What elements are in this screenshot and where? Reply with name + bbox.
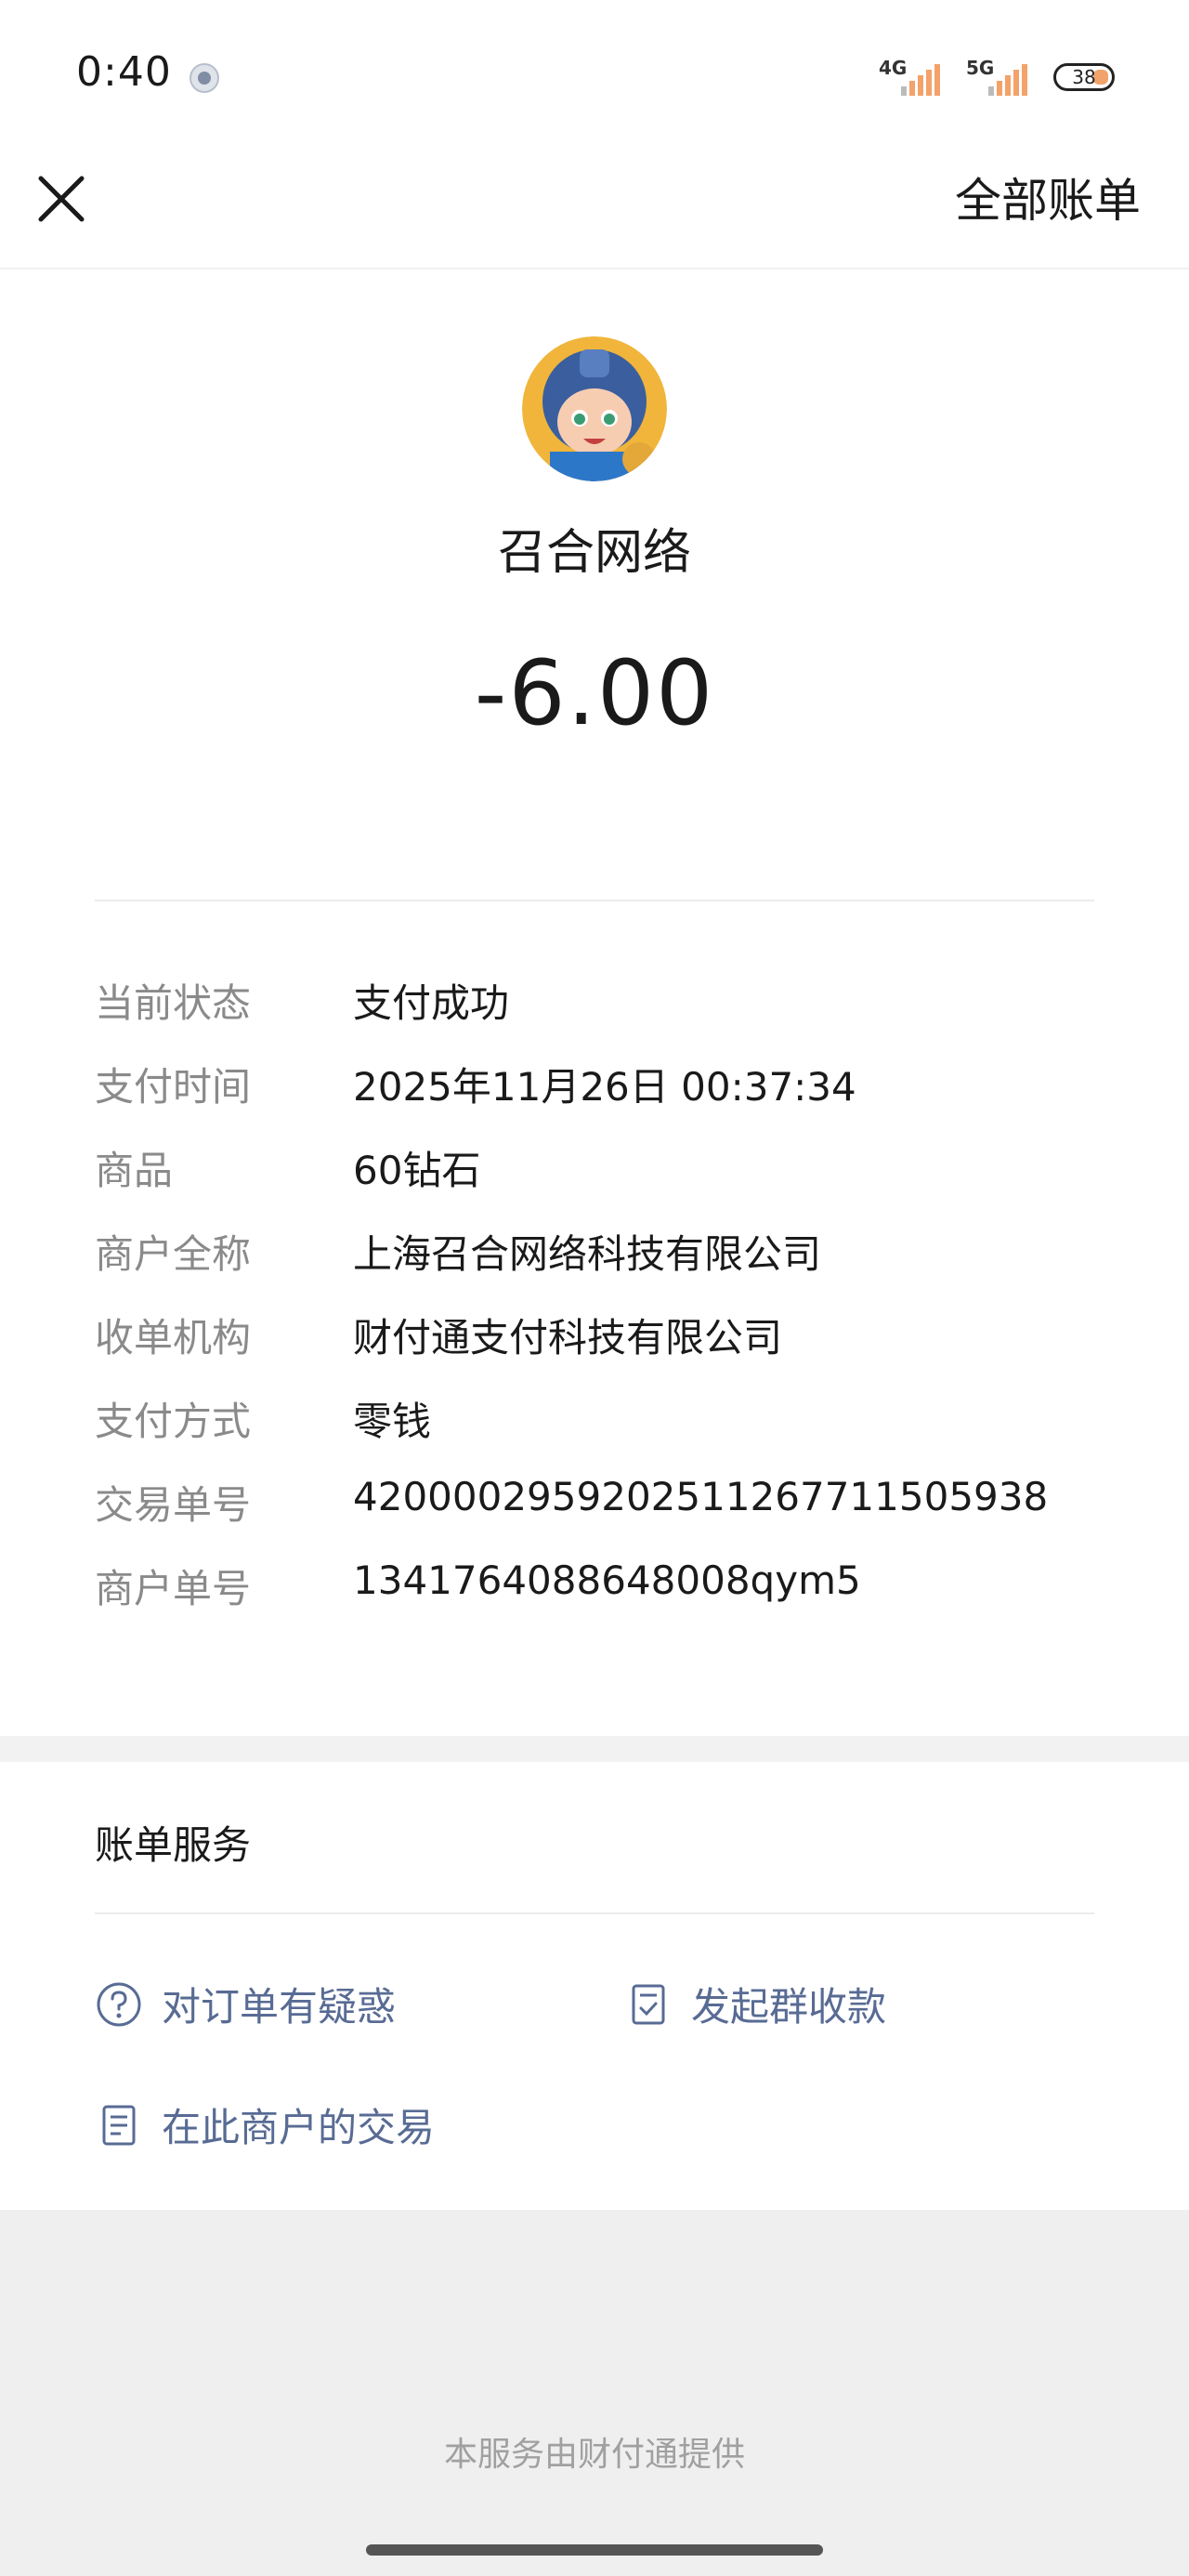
nav-bar: 全部账单 — [0, 149, 1189, 269]
document-list-icon — [102, 2105, 136, 2145]
status-indicators: 4G 5G 38 — [879, 54, 1115, 100]
question-circle-icon — [97, 1982, 141, 2026]
bill-services: 账单服务 对订单有疑惑 发起群收款 在此商户的交易 — [0, 1762, 1189, 2208]
close-icon[interactable] — [33, 171, 89, 227]
signal-5g-icon: 5G — [966, 57, 1031, 98]
detail-label: 收单机构 — [95, 1315, 252, 1360]
detail-value: 4200002959202511267711505938 — [353, 1474, 1049, 1519]
detail-value: 支付成功 — [353, 980, 510, 1026]
merchant-transactions-label: 在此商户的交易 — [162, 2105, 436, 2150]
battery-level: 38 — [1072, 66, 1096, 88]
bill-services-title: 账单服务 — [95, 1822, 252, 1868]
detail-row-payment-method: 支付方式 零钱 — [95, 1390, 1094, 1474]
section-separator — [0, 1736, 1189, 1762]
detail-value: 1341764088648008qym5 — [353, 1557, 861, 1603]
detail-row-product: 商品 60钻石 — [95, 1139, 1094, 1223]
merchant-transactions-link[interactable]: 在此商户的交易 — [95, 2096, 435, 2153]
detail-row-merchant-full-name: 商户全称 上海召合网络科技有限公司 — [95, 1223, 1094, 1307]
transaction-details: 当前状态 支付成功 支付时间 2025年11月26日 00:37:34 商品 6… — [95, 972, 1094, 1641]
detail-row-merchant-order-id: 商户单号 1341764088648008qym5 — [95, 1557, 1094, 1641]
detail-value: 零钱 — [353, 1399, 432, 1444]
home-indicator[interactable] — [366, 2544, 823, 2556]
detail-label: 商户单号 — [95, 1566, 252, 1611]
network-label-4g: 4G — [879, 57, 908, 79]
signal-4g-icon: 4G — [879, 57, 944, 98]
merchant-avatar — [522, 336, 667, 481]
order-question-label: 对订单有疑惑 — [162, 1984, 397, 2030]
detail-label: 商品 — [95, 1148, 174, 1193]
battery-icon: 38 — [1053, 63, 1115, 91]
detail-label: 交易单号 — [95, 1482, 252, 1528]
app-notification-icon — [189, 63, 219, 93]
merchant-name: 召合网络 — [497, 525, 691, 581]
order-question-link[interactable]: 对订单有疑惑 — [95, 1976, 396, 2032]
provider-note: 本服务由财付通提供 — [443, 2436, 745, 2474]
detail-row-acquirer: 收单机构 财付通支付科技有限公司 — [95, 1307, 1094, 1390]
group-collect-link[interactable]: 发起群收款 — [624, 1976, 886, 2032]
detail-value: 2025年11月26日 00:37:34 — [353, 1064, 856, 1110]
detail-value: 财付通支付科技有限公司 — [353, 1315, 783, 1360]
group-collect-label: 发起群收款 — [691, 1984, 887, 2030]
divider — [95, 1912, 1094, 1914]
footer: 本服务由财付通提供 — [0, 2210, 1189, 2576]
divider — [95, 900, 1094, 901]
detail-row-status: 当前状态 支付成功 — [95, 972, 1094, 1056]
detail-row-pay-time: 支付时间 2025年11月26日 00:37:34 — [95, 1056, 1094, 1139]
detail-value: 上海召合网络科技有限公司 — [353, 1231, 822, 1277]
detail-row-transaction-id: 交易单号 4200002959202511267711505938 — [95, 1474, 1094, 1557]
network-label-5g: 5G — [966, 57, 995, 79]
detail-value: 60钻石 — [353, 1148, 481, 1193]
transaction-amount: -6.00 — [474, 641, 715, 745]
detail-label: 支付方式 — [95, 1399, 252, 1444]
all-bills-link[interactable]: 全部账单 — [955, 164, 1141, 230]
detail-label: 支付时间 — [95, 1064, 252, 1110]
status-time: 0:40 — [76, 48, 172, 96]
status-bar: 0:40 4G 5G 38 — [0, 0, 1189, 149]
detail-label: 商户全称 — [95, 1231, 252, 1277]
document-check-icon — [632, 1984, 665, 2024]
detail-label: 当前状态 — [95, 980, 252, 1026]
